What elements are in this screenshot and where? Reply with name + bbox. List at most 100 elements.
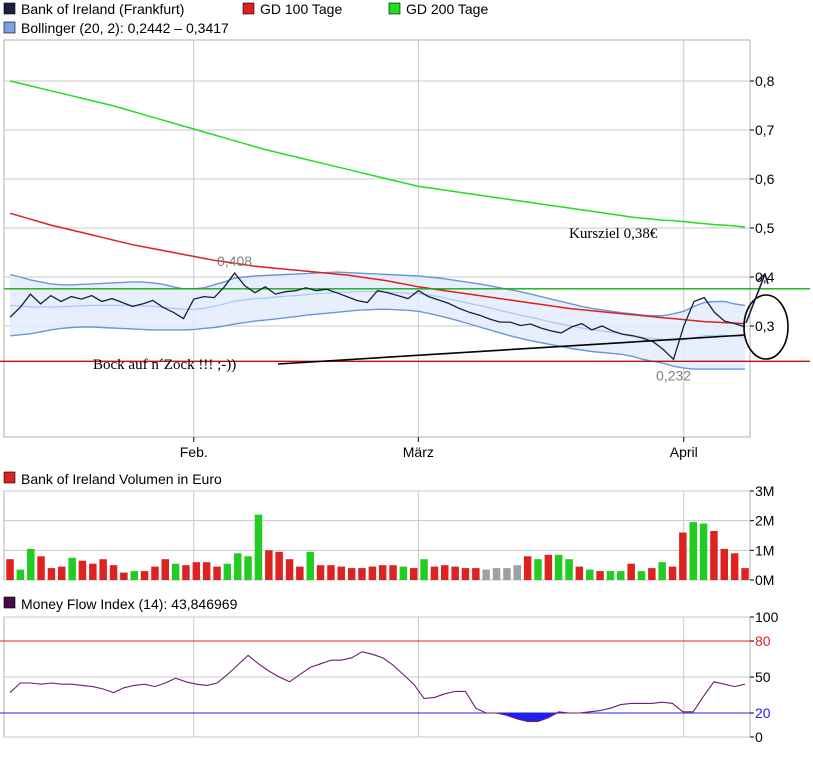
mfi-legend-label: Money Flow Index (14): 43,846969 <box>21 596 238 612</box>
volume-bar <box>275 551 283 580</box>
volume-bar <box>202 562 211 580</box>
price-y-tick-label: 0,4 <box>755 269 775 285</box>
volume-bar <box>254 514 263 580</box>
volume-bar <box>327 565 335 580</box>
volume-bar <box>534 559 542 580</box>
volume-bar <box>161 559 169 580</box>
volume-y-axis: 0M 1M 2M 3M <box>750 483 774 588</box>
volume-bar <box>223 563 232 580</box>
price-legend-swatch <box>3 2 16 15</box>
volume-bar <box>658 562 666 580</box>
volume-bar <box>741 568 749 580</box>
mfi-y-tick-label: 0 <box>755 729 763 745</box>
volume-bar <box>699 523 708 580</box>
volume-bar <box>16 569 25 580</box>
volume-bar <box>503 568 511 580</box>
price-panel: 0,3 0,4 0,5 0,6 0,7 0,8 Feb. März April 0,408 0… <box>0 39 810 737</box>
price-legend: Bank of Ireland (Frankfurt) GD 100 Tage … <box>3 1 488 36</box>
volume-bar <box>265 550 273 580</box>
mfi-y-axis: 0 20 50 80 100 <box>750 609 779 745</box>
gd200-legend-swatch <box>388 2 401 15</box>
volume-bar <box>637 571 646 580</box>
volume-legend-swatch <box>3 471 16 484</box>
volume-bar <box>679 532 687 580</box>
volume-y-tick-label: 0M <box>755 572 774 588</box>
volume-bars <box>6 514 749 581</box>
mfi-y-tick-label: 80 <box>755 633 771 649</box>
volume-bar <box>513 565 521 580</box>
volume-bar <box>430 566 439 580</box>
volume-bar <box>120 572 128 580</box>
bollinger-legend-label: Bollinger (20, 2): 0,2442 – 0,3417 <box>21 20 229 36</box>
mfi-y-tick-label: 100 <box>755 609 779 625</box>
volume-bar <box>192 562 201 580</box>
volume-bar <box>399 566 408 580</box>
mfi-gridlines <box>3 616 751 738</box>
x-tick-label: April <box>670 444 698 460</box>
volume-bar <box>586 569 594 580</box>
volume-bar <box>461 568 470 580</box>
mfi-y-tick-label: 20 <box>755 705 771 721</box>
volume-bar <box>130 571 138 580</box>
volume-bar <box>109 565 118 580</box>
volume-bar <box>720 548 728 580</box>
volume-bar <box>710 531 718 580</box>
bollinger-legend-swatch <box>3 21 16 34</box>
price-gridlines <box>3 39 751 737</box>
volume-bar <box>565 559 573 580</box>
high-value-label: 0,408 <box>217 253 252 269</box>
price-y-tick-label: 0,5 <box>755 220 775 236</box>
volume-bar <box>378 565 387 580</box>
mfi-oversold-fill <box>10 713 745 722</box>
volume-bar <box>27 548 35 580</box>
volume-bar <box>234 553 242 580</box>
volume-bar <box>182 565 190 580</box>
volume-bar <box>151 566 159 580</box>
volume-legend-label: Bank of Ireland Volumen in Euro <box>21 471 222 487</box>
volume-bar <box>648 568 656 580</box>
volume-panel: Bank of Ireland Volumen in Euro 0M 1M 2M 3M <box>3 471 774 588</box>
volume-bar <box>37 556 45 580</box>
kursziel-annotation: Kursziel 0,38€ <box>569 226 658 242</box>
volume-bar <box>668 566 677 580</box>
volume-bar <box>140 571 149 580</box>
price-y-tick-label: 0,7 <box>755 122 775 138</box>
volume-bar <box>89 563 97 580</box>
volume-bar <box>6 559 14 580</box>
volume-bar <box>482 569 490 580</box>
volume-bar <box>99 559 107 580</box>
volume-bar <box>213 566 221 580</box>
bock-annotation: Bock auf n´Zock !!! ;-)) <box>93 357 236 373</box>
mfi-y-tick-label: 50 <box>755 669 771 685</box>
volume-bar <box>58 566 66 580</box>
volume-bar <box>606 571 615 580</box>
volume-bar <box>410 568 418 580</box>
volume-bar <box>68 557 76 581</box>
volume-bar <box>316 565 325 580</box>
volume-bar <box>420 559 428 580</box>
price-y-tick-label: 0,6 <box>755 171 775 187</box>
mfi-panel: Money Flow Index (14): 43,846969 0 20 50 80… <box>0 596 779 745</box>
volume-bar <box>47 568 56 580</box>
volume-bar <box>358 568 366 580</box>
volume-bar <box>171 563 180 580</box>
low-value-label: 0,232 <box>656 367 691 383</box>
volume-bar <box>389 565 397 580</box>
mfi-legend-swatch <box>3 596 16 609</box>
volume-bar <box>523 556 532 580</box>
volume-bar <box>347 568 356 580</box>
volume-bar <box>244 556 252 580</box>
volume-bar <box>441 565 449 580</box>
volume-bar <box>472 568 480 580</box>
x-tick-label: März <box>403 444 434 460</box>
price-y-tick-label: 0,3 <box>755 318 775 334</box>
volume-bar <box>492 568 501 580</box>
volume-bar <box>306 551 314 580</box>
stock-chart: Bank of Ireland (Frankfurt) GD 100 Tage … <box>0 1 810 745</box>
volume-y-tick-label: 3M <box>755 483 774 499</box>
volume-bar <box>596 571 604 580</box>
gd100-legend-swatch <box>242 2 255 15</box>
volume-y-tick-label: 1M <box>755 542 774 558</box>
mfi-line <box>9 651 746 722</box>
volume-bar <box>617 571 625 580</box>
